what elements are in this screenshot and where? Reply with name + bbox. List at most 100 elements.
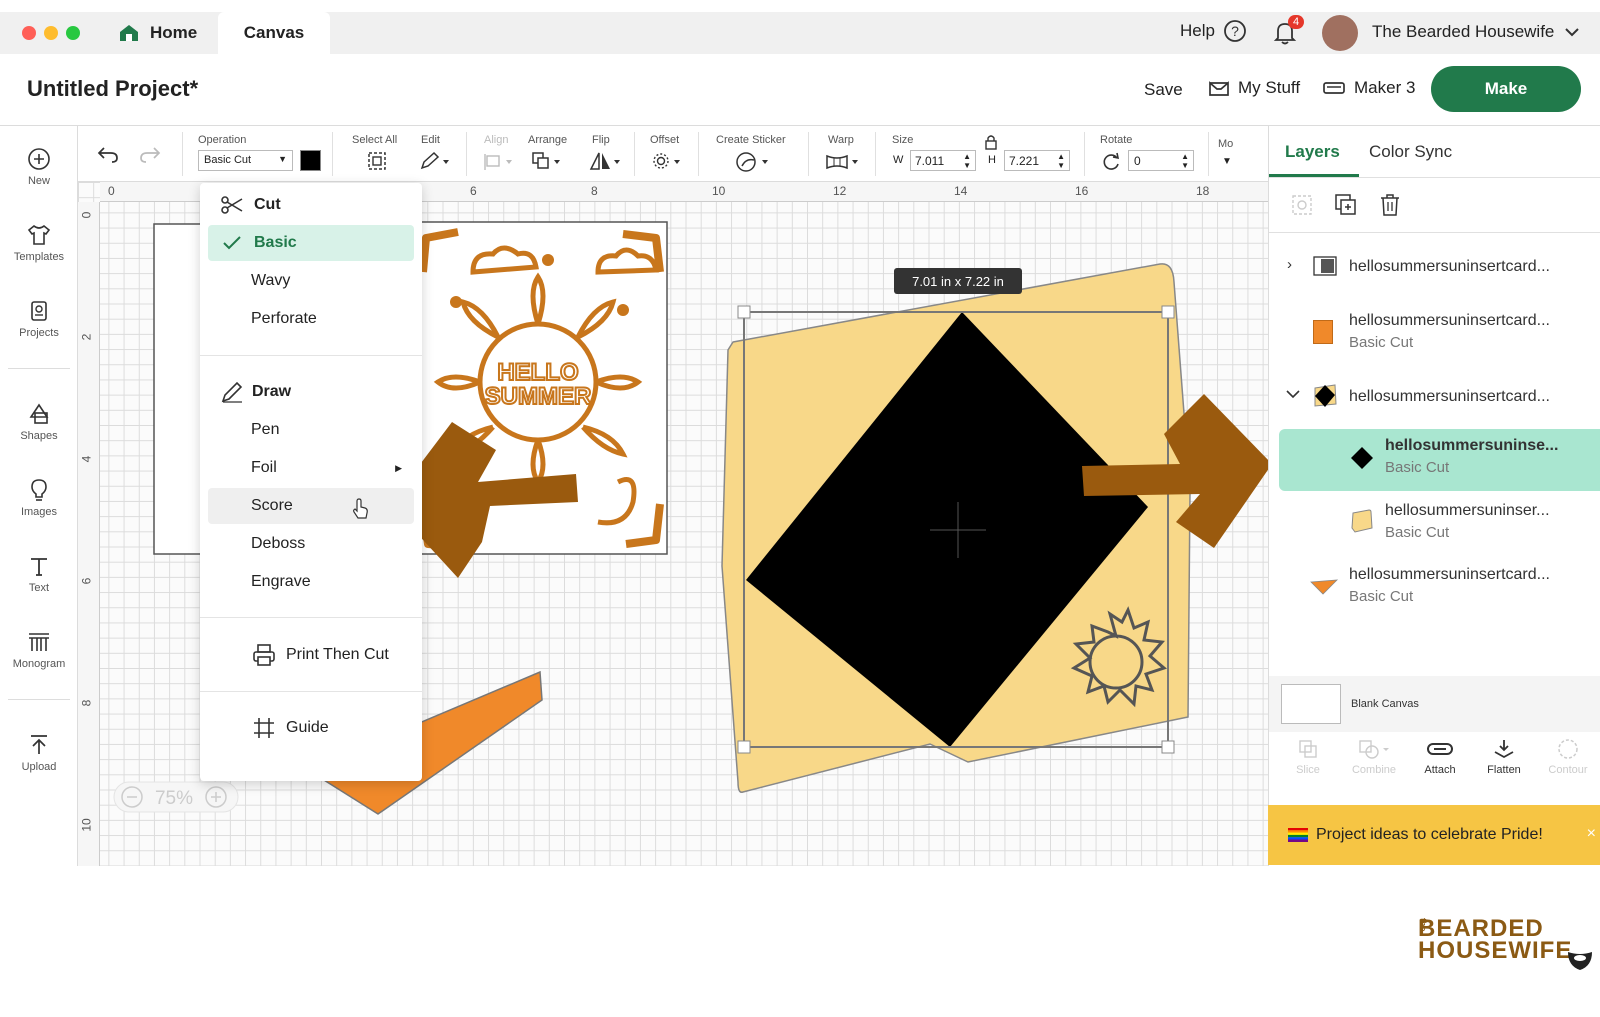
layers-panel: Layers Color Sync › hellosummersuninsert… xyxy=(1268,126,1600,866)
slice-button[interactable]: Slice xyxy=(1275,738,1341,776)
chevron-down-icon[interactable]: ▼ xyxy=(1222,156,1232,167)
shapes-button[interactable]: Shapes xyxy=(0,401,78,442)
menu-item-pen[interactable]: Pen xyxy=(200,412,422,448)
images-button[interactable]: Images xyxy=(0,477,78,518)
layer-operation: Basic Cut xyxy=(1349,588,1414,605)
redo-icon[interactable] xyxy=(138,144,162,164)
sticker-icon[interactable] xyxy=(734,150,774,174)
flatten-button[interactable]: Flatten xyxy=(1471,738,1537,776)
warp-label: Warp xyxy=(828,134,854,146)
contour-button[interactable]: Contour xyxy=(1535,738,1600,776)
chevron-down-icon[interactable] xyxy=(1285,388,1301,400)
tab-color-sync[interactable]: Color Sync xyxy=(1369,142,1452,162)
menu-item-guide[interactable]: Guide xyxy=(200,710,422,746)
stepper-icon[interactable]: ▲ ▼ xyxy=(963,152,971,170)
templates-button[interactable]: Templates xyxy=(0,222,78,263)
menu-item-score[interactable]: Score xyxy=(208,488,414,524)
layer-row[interactable]: hellosummersuninsertcard... xyxy=(1269,382,1600,422)
color-swatch[interactable] xyxy=(300,150,321,171)
layer-row[interactable]: › hellosummersuninsertcard... xyxy=(1269,252,1600,292)
width-input[interactable]: 7.011 ▲ ▼ xyxy=(910,150,976,171)
offset-icon[interactable] xyxy=(650,150,684,172)
ruler-tick: 6 xyxy=(470,184,477,198)
stepper-icon[interactable]: ▲ ▼ xyxy=(1057,152,1065,170)
make-button[interactable]: Make xyxy=(1431,66,1581,112)
menu-item-deboss[interactable]: Deboss xyxy=(200,526,422,562)
warp-icon[interactable] xyxy=(824,152,862,172)
tab-layers[interactable]: Layers xyxy=(1285,142,1340,162)
attach-button[interactable]: Attach xyxy=(1407,738,1473,776)
maximize-window-button[interactable] xyxy=(66,26,80,40)
minimize-window-button[interactable] xyxy=(44,26,58,40)
height-input[interactable]: 7.221 ▲ ▼ xyxy=(1004,150,1070,171)
edit-icon[interactable] xyxy=(418,150,450,172)
ruler-tick: 0 xyxy=(108,184,115,198)
text-button[interactable]: Text xyxy=(0,553,78,594)
divider xyxy=(875,132,876,176)
projects-button[interactable]: Projects xyxy=(0,298,78,339)
blank-canvas-row[interactable]: Blank Canvas xyxy=(1269,676,1600,732)
menu-item-engrave[interactable]: Engrave xyxy=(200,564,422,600)
notifications-button[interactable]: 4 xyxy=(1272,15,1305,47)
project-title[interactable]: Untitled Project* xyxy=(27,76,198,102)
save-button[interactable]: Save xyxy=(1144,80,1183,100)
trash-icon[interactable] xyxy=(1377,192,1403,218)
selection-handle xyxy=(1161,740,1175,754)
duplicate-icon[interactable] xyxy=(1333,192,1359,218)
operation-value: Basic Cut xyxy=(204,154,252,166)
upload-button[interactable]: Upload xyxy=(0,732,78,773)
blank-canvas-swatch[interactable] xyxy=(1281,684,1341,724)
menu-item-perforate[interactable]: Perforate xyxy=(200,301,422,337)
arrange-icon[interactable] xyxy=(530,150,564,172)
stepper-icon[interactable]: ▲ ▼ xyxy=(1181,152,1189,170)
chevron-right-icon[interactable]: › xyxy=(1287,256,1292,273)
align-icon[interactable] xyxy=(482,152,514,172)
machine-selector[interactable]: Maker 3 xyxy=(1322,78,1415,98)
operation-select[interactable]: Basic Cut ▼ xyxy=(198,150,293,171)
avatar[interactable] xyxy=(1322,15,1358,51)
check-icon xyxy=(223,236,241,250)
menu-header-cut: Cut xyxy=(200,187,422,223)
my-stuff-button[interactable]: My Stuff xyxy=(1208,78,1300,98)
notification-badge: 4 xyxy=(1288,15,1305,29)
ruler-tick: 14 xyxy=(954,184,968,198)
tab-canvas[interactable]: Canvas xyxy=(218,12,330,54)
undo-icon[interactable] xyxy=(96,144,120,164)
combine-button[interactable]: Combine xyxy=(1341,738,1407,776)
templates-label: Templates xyxy=(13,251,65,263)
zoom-level: 75% xyxy=(155,788,193,809)
layer-name: hellosummersuninsertcard... xyxy=(1349,566,1550,583)
close-window-button[interactable] xyxy=(22,26,36,40)
monogram-button[interactable]: Monogram xyxy=(0,629,78,670)
layer-row-selected[interactable]: hellosummersuninse... Basic Cut xyxy=(1279,429,1600,491)
menu-item-wavy[interactable]: Wavy xyxy=(200,263,422,299)
menu-item-foil[interactable]: Foil ▶ xyxy=(200,450,422,486)
monogram-icon xyxy=(29,633,49,651)
new-button[interactable]: New xyxy=(0,146,78,187)
menu-item-print-then-cut[interactable]: Print Then Cut xyxy=(200,637,422,673)
layer-row[interactable]: hellosummersuninsertcard... Basic Cut xyxy=(1269,308,1600,368)
group-icon[interactable] xyxy=(1289,192,1315,218)
rotate-input[interactable]: 0 ▲ ▼ xyxy=(1128,150,1194,171)
menu-item-basic[interactable]: Basic xyxy=(208,225,414,261)
chevron-down-icon xyxy=(1565,28,1580,37)
guide-icon xyxy=(254,718,274,738)
divider xyxy=(1084,132,1085,176)
help-button[interactable]: Help ? xyxy=(1180,19,1247,43)
more-label[interactable]: Mo xyxy=(1218,138,1233,150)
user-menu[interactable]: The Bearded Housewife xyxy=(1372,22,1580,42)
promo-banner[interactable]: Project ideas to celebrate Pride! × xyxy=(1268,805,1600,865)
ruler-tick: 16 xyxy=(1075,184,1089,198)
select-all-icon[interactable] xyxy=(366,150,388,172)
lock-icon[interactable] xyxy=(984,134,998,150)
layer-row[interactable]: hellosummersuninser... Basic Cut xyxy=(1269,500,1600,560)
close-icon[interactable]: × xyxy=(1587,825,1596,843)
folder-icon xyxy=(1209,81,1229,96)
width-label: W xyxy=(893,154,904,166)
layer-row[interactable]: hellosummersuninsertcard... Basic Cut xyxy=(1269,564,1600,624)
svg-text:?: ? xyxy=(1231,23,1239,39)
tab-home[interactable]: Home xyxy=(118,12,197,54)
flip-icon[interactable] xyxy=(588,150,622,172)
divider xyxy=(808,132,809,176)
title-bar: Home Canvas Help ? 4 The Bearded Housewi… xyxy=(0,12,1600,54)
